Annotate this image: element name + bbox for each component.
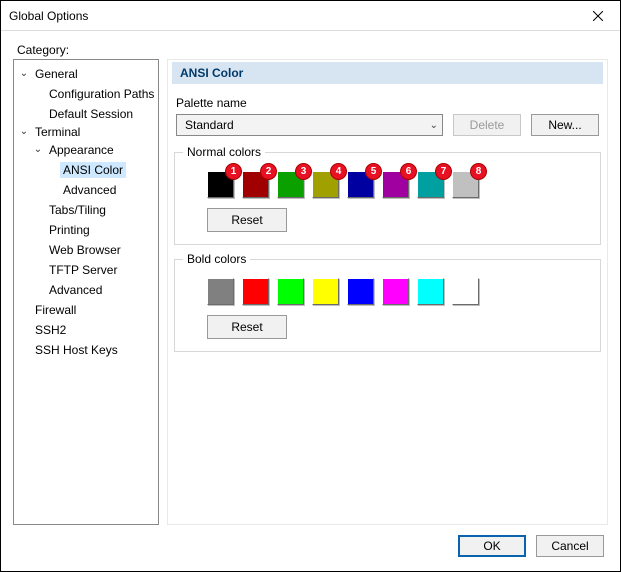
badge-icon: 2 (260, 163, 277, 180)
panel-title: ANSI Color (172, 62, 603, 84)
bold-color-swatch-2[interactable] (242, 278, 269, 305)
normal-color-swatch-8[interactable]: 8 (452, 171, 479, 198)
tree-item-firewall[interactable]: Firewall (18, 302, 79, 318)
badge-icon: 6 (400, 163, 417, 180)
chevron-down-icon: ⌄ (430, 120, 438, 131)
palette-select-value: Standard (185, 118, 234, 132)
normal-color-swatch-5[interactable]: 5 (347, 171, 374, 198)
normal-color-swatch-7[interactable]: 7 (417, 171, 444, 198)
ok-button[interactable]: OK (458, 535, 526, 557)
tree-item-printing[interactable]: Printing (32, 222, 93, 238)
reset-bold-button[interactable]: Reset (207, 315, 287, 339)
settings-panel: ANSI Color Palette name Standard ⌄ Delet… (167, 59, 608, 525)
normal-colors-legend: Normal colors (183, 145, 265, 159)
category-label: Category: (17, 43, 608, 57)
bold-color-swatch-5[interactable] (347, 278, 374, 305)
badge-icon: 7 (435, 163, 452, 180)
tree-item-ssh-host-keys[interactable]: SSH Host Keys (18, 342, 121, 358)
tree-item-tabs-tiling[interactable]: Tabs/Tiling (32, 202, 109, 218)
palette-select[interactable]: Standard ⌄ (176, 114, 443, 136)
dialog-footer: OK Cancel (13, 527, 608, 565)
bold-colors-legend: Bold colors (183, 252, 250, 266)
tree-item-appearance[interactable]: ⌄ Appearance (32, 142, 117, 158)
chevron-down-icon: ⌄ (18, 124, 30, 140)
close-icon (593, 11, 603, 21)
bold-color-swatch-3[interactable] (277, 278, 304, 305)
category-tree[interactable]: ⌄ General Configuration Paths Default Se… (13, 59, 159, 525)
normal-colors-group: Normal colors 12345678 Reset (174, 152, 601, 245)
bold-swatches (207, 278, 590, 305)
chevron-down-icon: ⌄ (32, 142, 44, 158)
palette-row: Standard ⌄ Delete New... (176, 114, 599, 136)
palette-name-label: Palette name (176, 96, 601, 110)
titlebar: Global Options (1, 1, 620, 31)
dialog-window: Global Options Category: ⌄ General (0, 0, 621, 572)
badge-icon: 4 (330, 163, 347, 180)
tree-item-default-session[interactable]: Default Session (32, 106, 136, 122)
badge-icon: 1 (225, 163, 242, 180)
bold-colors-group: Bold colors Reset (174, 259, 601, 352)
bold-color-swatch-1[interactable] (207, 278, 234, 305)
tree-item-tftp-server[interactable]: TFTP Server (32, 262, 120, 278)
normal-color-swatch-4[interactable]: 4 (312, 171, 339, 198)
bold-color-swatch-6[interactable] (382, 278, 409, 305)
delete-button: Delete (453, 114, 521, 136)
normal-color-swatch-6[interactable]: 6 (382, 171, 409, 198)
bold-color-swatch-7[interactable] (417, 278, 444, 305)
reset-normal-button[interactable]: Reset (207, 208, 287, 232)
tree-item-general[interactable]: ⌄ General (18, 66, 81, 82)
cancel-button[interactable]: Cancel (536, 535, 604, 557)
content-area: Category: ⌄ General Configuration Paths … (1, 31, 620, 571)
new-button[interactable]: New... (531, 114, 599, 136)
window-title: Global Options (9, 9, 88, 23)
normal-color-swatch-2[interactable]: 2 (242, 171, 269, 198)
tree-item-advanced-2[interactable]: Advanced (32, 282, 105, 298)
tree-item-ssh2[interactable]: SSH2 (18, 322, 69, 338)
tree-item-web-browser[interactable]: Web Browser (32, 242, 124, 258)
bold-color-swatch-4[interactable] (312, 278, 339, 305)
normal-swatches: 12345678 (207, 171, 590, 198)
tree-item-terminal[interactable]: ⌄ Terminal (18, 124, 83, 140)
chevron-down-icon: ⌄ (18, 66, 30, 82)
normal-color-swatch-3[interactable]: 3 (277, 171, 304, 198)
tree-item-configuration-paths[interactable]: Configuration Paths (32, 86, 157, 102)
bold-color-swatch-8[interactable] (452, 278, 479, 305)
tree-item-ansi-color[interactable]: ANSI Color (46, 162, 126, 178)
normal-color-swatch-1[interactable]: 1 (207, 171, 234, 198)
close-button[interactable] (576, 1, 620, 31)
badge-icon: 5 (365, 163, 382, 180)
badge-icon: 8 (470, 163, 487, 180)
badge-icon: 3 (295, 163, 312, 180)
body-row: ⌄ General Configuration Paths Default Se… (13, 59, 608, 527)
tree-item-advanced[interactable]: Advanced (46, 182, 119, 198)
